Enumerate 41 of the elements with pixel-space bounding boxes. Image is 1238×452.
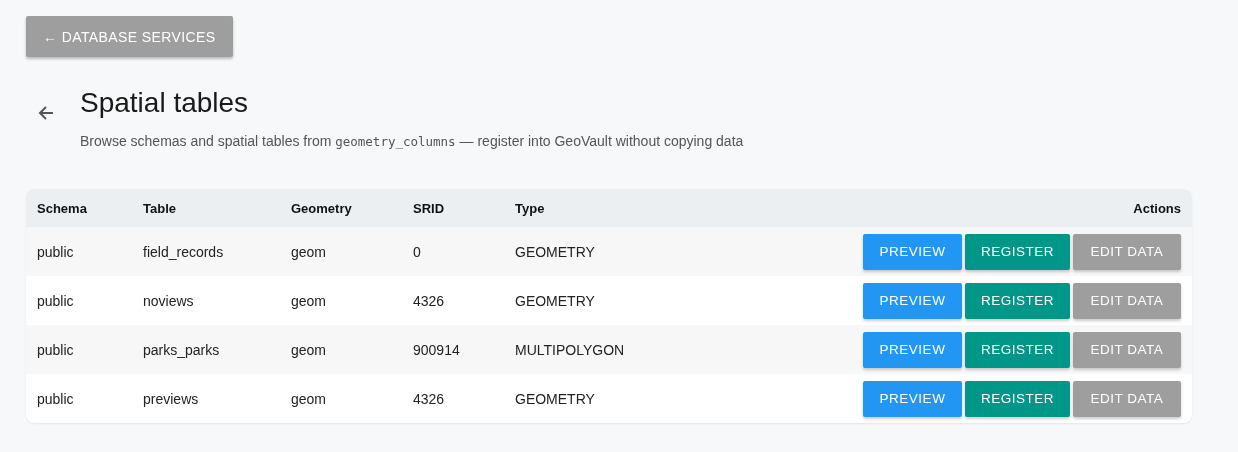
register-button[interactable]: REGISTER — [965, 380, 1070, 417]
table-cell-text: 4326 — [412, 390, 446, 407]
table-cell-text: GEOMETRY — [514, 292, 596, 309]
table-cell-text: public — [36, 243, 75, 260]
table-cell-text: GEOMETRY — [514, 243, 596, 260]
edit-data-button[interactable]: EDIT DATA — [1073, 380, 1181, 417]
page-title: Spatial tables — [80, 87, 250, 119]
table-cell-text: noviews — [142, 292, 195, 309]
register-button[interactable]: REGISTER — [965, 282, 1070, 319]
back-button[interactable]: ← DATABASE SERVICES — [26, 16, 233, 57]
table-cell-text: previews — [142, 390, 200, 407]
page-subtitle: Browse schemas and spatial tables from geometry_columns — register into GeoVault without copying data — [80, 133, 744, 149]
table-cell-text: MULTIPOLYGON — [514, 341, 626, 358]
table-cell-text: public — [36, 341, 75, 358]
table-cell-text: 0 — [412, 243, 422, 260]
column-header: Type — [514, 200, 546, 216]
edit-data-button[interactable]: EDIT DATA — [1073, 233, 1181, 270]
table-cell-text: geom — [290, 292, 328, 309]
table-cell-text: 900914 — [412, 341, 461, 358]
column-header: Geometry — [290, 200, 353, 216]
table-cell-text: public — [36, 390, 75, 407]
table-cell-text: parks_parks — [142, 341, 221, 358]
edit-data-button[interactable]: EDIT DATA — [1073, 282, 1181, 319]
table-cell-text: public — [36, 292, 75, 309]
table-cell-text: geom — [290, 341, 328, 358]
preview-button[interactable]: PREVIEW — [863, 282, 962, 319]
register-button[interactable]: REGISTER — [965, 233, 1070, 270]
preview-button[interactable]: PREVIEW — [863, 331, 962, 368]
column-header: Schema — [36, 200, 88, 216]
table-cell-text: GEOMETRY — [514, 390, 596, 407]
register-button[interactable]: REGISTER — [965, 331, 1070, 368]
preview-button[interactable]: PREVIEW — [863, 380, 962, 417]
table-cell-text: 4326 — [412, 292, 446, 309]
table-cell-text: field_records — [142, 243, 225, 260]
table-cell-text: geom — [290, 390, 328, 407]
column-header: SRID — [412, 200, 446, 216]
column-header: Table — [142, 200, 177, 216]
preview-button[interactable]: PREVIEW — [863, 233, 962, 270]
table-cell-text: geom — [290, 243, 328, 260]
edit-data-button[interactable]: EDIT DATA — [1073, 331, 1181, 368]
column-header: Actions — [1132, 200, 1182, 216]
